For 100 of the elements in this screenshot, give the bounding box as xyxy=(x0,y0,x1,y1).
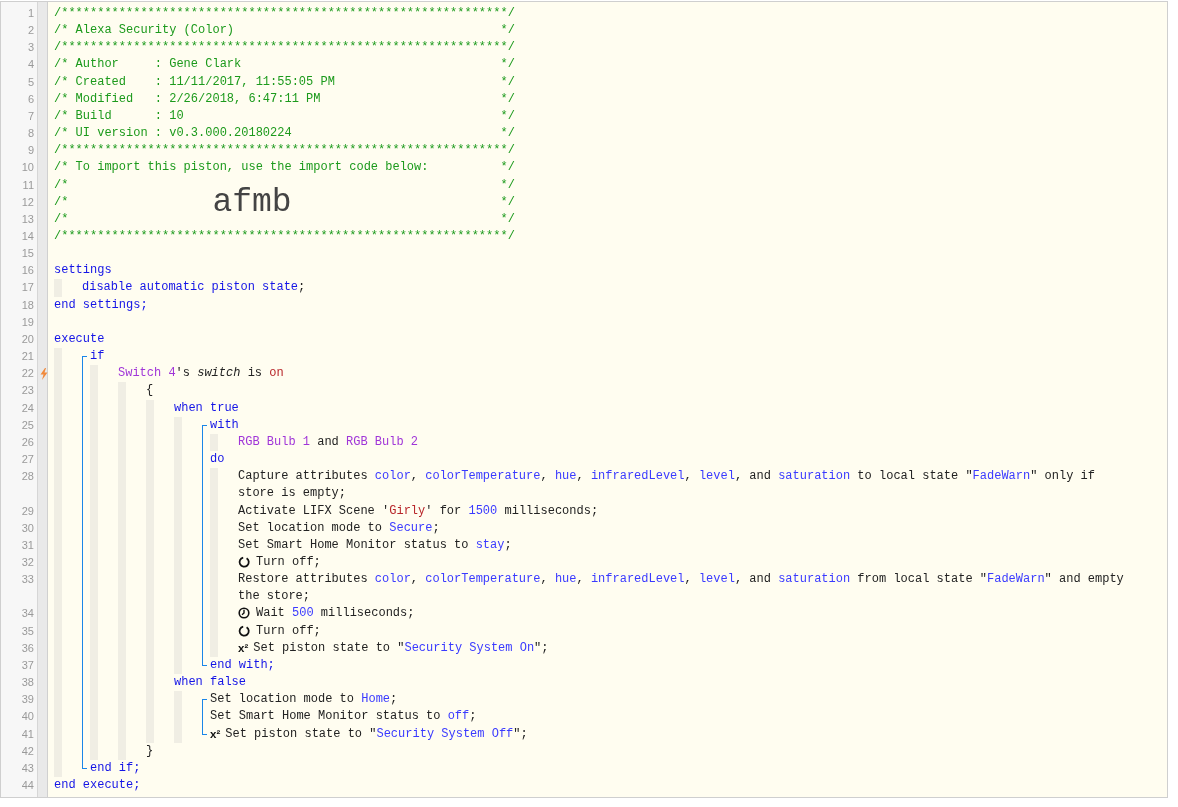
code-line: } xyxy=(146,742,154,760)
line-number: 2 xyxy=(26,23,34,39)
comment-text: /**************************************************************/ xyxy=(54,39,515,57)
comment-close: */ xyxy=(500,73,515,91)
code-line: RGB Bulb 1 and RGB Bulb 2 xyxy=(238,433,419,451)
code-line: when false xyxy=(174,674,246,692)
line-number: 43 xyxy=(20,760,34,776)
clock-icon xyxy=(238,607,250,620)
line-number: 14 xyxy=(20,229,34,245)
code-line: Capture attributes color, colorTemperature, hue, infraredLevel, level, and saturation to local state "FadeWarn" only if store is empty; xyxy=(238,468,1096,503)
code-line: Turn off; xyxy=(256,553,321,571)
line-number: 34 xyxy=(20,606,34,622)
import-code: afmb xyxy=(212,187,292,217)
line-number: 39 xyxy=(20,692,34,708)
comment-text: /* Created : 11/11/2017, 11:55:05 PM xyxy=(54,73,335,91)
line-number: 19 xyxy=(20,314,34,330)
code-line: Restore attributes color, colorTemperature, hue, infraredLevel, level, and saturation from local state "FadeWarn" and empty the store; xyxy=(238,571,1125,606)
code-line: do xyxy=(210,451,225,469)
variable-icon: x² xyxy=(210,725,221,743)
code-line: Wait 500 milliseconds; xyxy=(256,605,415,623)
line-number: 15 xyxy=(20,246,34,262)
line-number: 26 xyxy=(20,434,34,450)
comment-text: /* Build : 10 xyxy=(54,107,184,125)
line-number: 4 xyxy=(26,57,34,73)
line-number: 40 xyxy=(20,709,34,725)
code-line: Set Smart Home Monitor status to stay; xyxy=(238,536,512,554)
code-line: with xyxy=(210,416,239,434)
code-line: end settings; xyxy=(54,296,148,314)
comment-text: /* xyxy=(54,193,69,211)
comment-close: */ xyxy=(500,193,515,211)
line-number: 20 xyxy=(20,331,34,347)
code-line: end with; xyxy=(210,656,275,674)
comment-close: */ xyxy=(500,159,515,177)
comment-close: */ xyxy=(500,56,515,74)
line-number: 42 xyxy=(20,743,34,759)
comment-text: /* UI version : v0.3.000.20180224 xyxy=(54,125,292,143)
comment-text: /* Modified : 2/26/2018, 6:47:11 PM xyxy=(54,90,321,108)
block-bracket xyxy=(202,699,207,735)
line-number: 3 xyxy=(26,40,34,56)
code-line: { xyxy=(146,382,154,400)
line-number: 17 xyxy=(20,280,34,296)
line-number: 31 xyxy=(20,537,34,553)
line-number: 32 xyxy=(20,554,34,570)
line-number: 29 xyxy=(20,503,34,519)
line-number: 23 xyxy=(20,383,34,399)
comment-close: */ xyxy=(500,107,515,125)
line-number: 16 xyxy=(20,263,34,279)
code-line: execute xyxy=(54,330,105,348)
code-line: end execute; xyxy=(54,777,141,794)
line-number: 28 xyxy=(20,469,34,485)
line-number: 10 xyxy=(20,160,34,176)
ring-icon xyxy=(238,624,250,637)
line-number: 12 xyxy=(20,194,34,210)
line-number: 7 xyxy=(26,108,34,124)
comment-close: */ xyxy=(500,210,515,228)
line-number: 6 xyxy=(26,91,34,107)
code-line: Set piston state to "Security System Off"; xyxy=(225,725,528,743)
comment-text: /**************************************************************/ xyxy=(54,228,515,246)
code-line: settings xyxy=(54,262,112,280)
code-line: Switch 4's switch is on xyxy=(118,365,284,383)
line-number: 36 xyxy=(20,640,34,656)
comment-text: /* xyxy=(54,176,69,194)
ring-icon xyxy=(238,555,250,568)
comment-text: /* Alexa Security (Color) xyxy=(54,22,235,40)
line-number: 41 xyxy=(20,726,34,742)
variable-icon: x² xyxy=(238,639,249,657)
code-line: when true xyxy=(174,399,239,417)
code-line: Set Smart Home Monitor status to off; xyxy=(210,708,477,726)
line-number: 22 xyxy=(20,366,34,382)
line-number: 38 xyxy=(20,675,34,691)
code-line: Set piston state to "Security System On"; xyxy=(253,639,549,657)
line-number: 30 xyxy=(20,520,34,536)
comment-text: /**************************************************************/ xyxy=(54,142,515,160)
line-number: 37 xyxy=(20,657,34,673)
line-number: 25 xyxy=(20,417,34,433)
line-number: 5 xyxy=(26,74,34,90)
line-number: 44 xyxy=(20,778,34,793)
comment-text: /* To import this piston, use the import code below: xyxy=(54,159,429,177)
line-number: 24 xyxy=(20,400,34,416)
code-line: if xyxy=(90,348,105,366)
line-number: 9 xyxy=(26,143,34,159)
line-number: 8 xyxy=(26,126,34,142)
line-number: 33 xyxy=(20,572,34,588)
line-number: 11 xyxy=(21,177,34,193)
comment-text: /* Author : Gene Clark xyxy=(54,56,242,74)
line-number: 1 xyxy=(26,6,34,21)
comment-close: */ xyxy=(500,90,515,108)
comment-close: */ xyxy=(500,22,515,40)
code-line: disable automatic piston state; xyxy=(82,279,306,297)
code-line: end if; xyxy=(90,759,141,777)
comment-text: /**************************************************************/ xyxy=(54,5,515,22)
comment-text: /* xyxy=(54,210,69,228)
comment-close: */ xyxy=(500,176,515,194)
line-number: 13 xyxy=(20,211,34,227)
line-number: 21 xyxy=(20,349,34,365)
code-line: Set location mode to Home; xyxy=(210,691,398,709)
line-number: 18 xyxy=(20,297,34,313)
code-line: Set location mode to Secure; xyxy=(238,519,440,537)
comment-close: */ xyxy=(500,125,515,143)
line-number: 27 xyxy=(20,452,34,468)
